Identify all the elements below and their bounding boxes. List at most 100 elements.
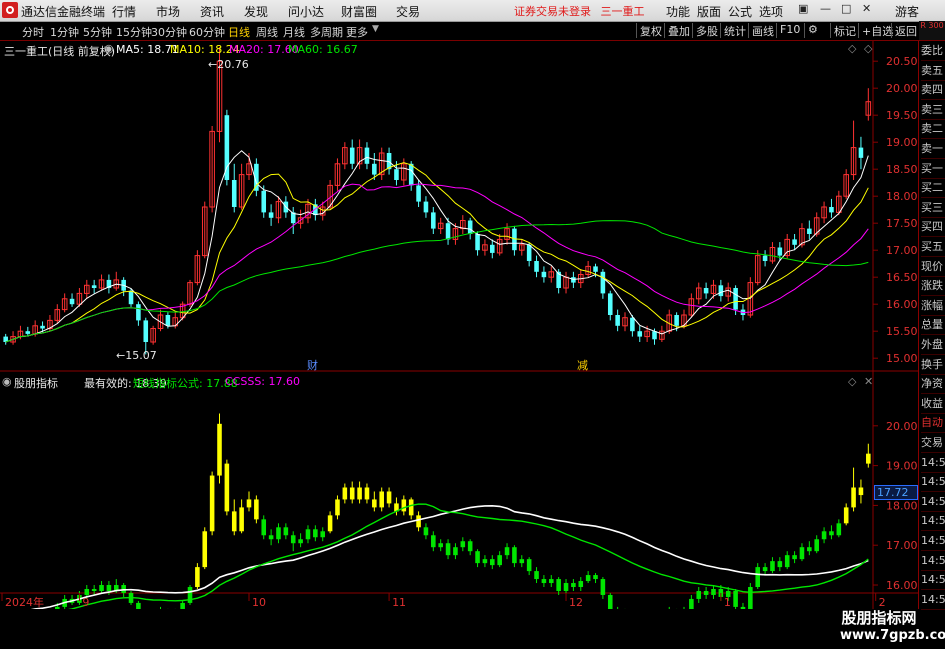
period-tab-60min[interactable]: 60分钟 bbox=[189, 24, 225, 40]
candle-body bbox=[69, 298, 75, 305]
menu-xuanxiang[interactable]: 选项 bbox=[759, 3, 783, 20]
sub-tick-label: 18.00 bbox=[886, 499, 918, 512]
sub-bar bbox=[99, 585, 104, 591]
ma20-line bbox=[5, 183, 869, 343]
candle-body bbox=[762, 255, 768, 261]
candle-body bbox=[807, 228, 812, 234]
sub-close-icon[interactable]: ✕ bbox=[864, 375, 873, 388]
period-tab-1min[interactable]: 1分钟 bbox=[50, 24, 79, 40]
period-tab-fenshi[interactable]: 分时 bbox=[22, 24, 44, 40]
candle-body bbox=[40, 325, 45, 329]
gear-icon[interactable]: ⚙ bbox=[804, 23, 818, 38]
sub-bar bbox=[467, 541, 473, 552]
sub-bar bbox=[209, 475, 215, 532]
side-item-23: 14:56 bbox=[921, 492, 945, 512]
legend-toggle-icon[interactable]: ◉ bbox=[104, 42, 114, 55]
maximize-icon[interactable]: □ bbox=[841, 2, 851, 15]
candle-body bbox=[231, 180, 237, 207]
candle-body bbox=[143, 320, 149, 342]
add-watchlist-button[interactable]: +自选 bbox=[858, 23, 893, 38]
watermark-line2: www.7gpzb.com bbox=[840, 628, 945, 643]
sub-bar bbox=[829, 531, 834, 536]
overlay-button[interactable]: 叠加 bbox=[664, 23, 690, 38]
date-tick-label: 2024年 bbox=[5, 595, 44, 609]
price-tick-label: 16.50 bbox=[886, 271, 918, 284]
back-button[interactable]: 返回 bbox=[891, 23, 917, 38]
menu-faxian[interactable]: 发现 bbox=[244, 3, 268, 20]
price-tick-label: 19.50 bbox=[886, 109, 918, 122]
draw-line-button[interactable]: 画线 bbox=[748, 23, 774, 38]
login-notice[interactable]: 证券交易未登录 三一重工 bbox=[514, 3, 645, 19]
skin-icon[interactable]: ▣ bbox=[798, 2, 808, 15]
diamond-icon[interactable]: ◇ bbox=[848, 42, 856, 55]
period-tab-daily[interactable]: 日线 bbox=[228, 24, 250, 40]
sub-bar bbox=[445, 543, 451, 556]
sub-diamond-icon[interactable]: ◇ bbox=[848, 375, 856, 388]
sub-bar bbox=[195, 567, 200, 588]
price-tick-label: 19.00 bbox=[886, 136, 918, 149]
menu-banmian[interactable]: 版面 bbox=[697, 3, 721, 20]
price-tick-label: 17.00 bbox=[886, 244, 918, 257]
side-item-5: 卖一 bbox=[921, 139, 945, 159]
period-tab-multi[interactable]: 多周期 bbox=[310, 24, 343, 40]
sub-bar bbox=[416, 515, 421, 528]
sub-legend-toggle-icon[interactable]: ◉ bbox=[2, 375, 12, 388]
menu-gongneng[interactable]: 功能 bbox=[666, 3, 690, 20]
sub-bar bbox=[526, 559, 532, 572]
price-tick-label: 20.50 bbox=[886, 55, 918, 68]
menu-caifuquan[interactable]: 财富圈 bbox=[341, 3, 377, 20]
statistics-button[interactable]: 统计 bbox=[720, 23, 746, 38]
menu-zixun[interactable]: 资讯 bbox=[200, 3, 224, 20]
sub-cursor-value: 17.72 bbox=[874, 485, 918, 500]
menu-jiaoyi[interactable]: 交易 bbox=[396, 3, 420, 20]
menu-shichang[interactable]: 市场 bbox=[156, 3, 180, 20]
chart-area[interactable]: 20.50 20.00 19.50 19.00 18.50 18.00 17.50 17.00… bbox=[0, 41, 945, 643]
menu-gongshi[interactable]: 公式 bbox=[728, 3, 752, 20]
side-item-24: 14:56 bbox=[921, 511, 945, 532]
side-item-15: 外盘 bbox=[921, 335, 945, 355]
fuquan-button[interactable]: 复权 bbox=[636, 23, 662, 38]
candle-body bbox=[858, 147, 864, 158]
sub-bar bbox=[335, 499, 340, 516]
event-marker-jian[interactable]: 减 bbox=[577, 357, 588, 373]
menu-hangqing[interactable]: 行情 bbox=[112, 3, 136, 20]
f10-button[interactable]: F10 bbox=[776, 23, 800, 38]
sub-bar bbox=[202, 531, 208, 568]
minimize-icon[interactable]: — bbox=[820, 2, 831, 15]
sub-bar bbox=[755, 567, 761, 588]
side-item-1: 卖五 bbox=[921, 61, 945, 81]
side-item-11: 现价 bbox=[921, 257, 945, 277]
sub-bar bbox=[482, 559, 488, 564]
sub-bar bbox=[858, 487, 864, 496]
event-marker-cai[interactable]: 财 bbox=[307, 357, 318, 373]
side-item-3: 卖三 bbox=[921, 100, 945, 120]
period-tab-more[interactable]: 更多 bbox=[346, 24, 368, 40]
menu-wenxiaoda[interactable]: 问小达 bbox=[288, 3, 324, 20]
sub-bar bbox=[836, 523, 842, 536]
period-tab-5min[interactable]: 5分钟 bbox=[83, 24, 112, 40]
side-item-9: 买四 bbox=[921, 217, 945, 238]
period-tab-15min[interactable]: 15分钟 bbox=[116, 24, 152, 40]
side-item-19[interactable]: 自动 bbox=[921, 413, 945, 434]
side-item-21: 14:56 bbox=[921, 453, 945, 473]
more-dropdown-icon[interactable]: ▼ bbox=[372, 24, 379, 34]
period-tab-monthly[interactable]: 月线 bbox=[283, 24, 305, 40]
period-tab-30min[interactable]: 30分钟 bbox=[151, 24, 187, 40]
sub-bar bbox=[431, 535, 436, 548]
sub-tick-label: 17.00 bbox=[886, 539, 918, 552]
guest-label[interactable]: 游客 bbox=[895, 3, 919, 20]
mark-button[interactable]: 标记 bbox=[830, 23, 856, 38]
side-item-20[interactable]: 交易 bbox=[921, 433, 945, 453]
sub-bar bbox=[475, 551, 480, 564]
expand-icon[interactable]: ◇ bbox=[864, 42, 872, 55]
watermark: 股朋指标网 www.7gpzb.com bbox=[840, 607, 945, 649]
close-icon[interactable]: ✕ bbox=[862, 2, 871, 15]
high-price-value: 20.76 bbox=[217, 58, 249, 71]
multi-stock-button[interactable]: 多股 bbox=[692, 23, 718, 38]
sub-bar bbox=[792, 555, 797, 560]
candle-body bbox=[652, 331, 657, 340]
login-notice-text: 证券交易未登录 bbox=[514, 5, 591, 18]
candle-body bbox=[703, 288, 709, 294]
period-tab-weekly[interactable]: 周线 bbox=[256, 24, 278, 40]
app-logo-icon bbox=[2, 2, 18, 18]
